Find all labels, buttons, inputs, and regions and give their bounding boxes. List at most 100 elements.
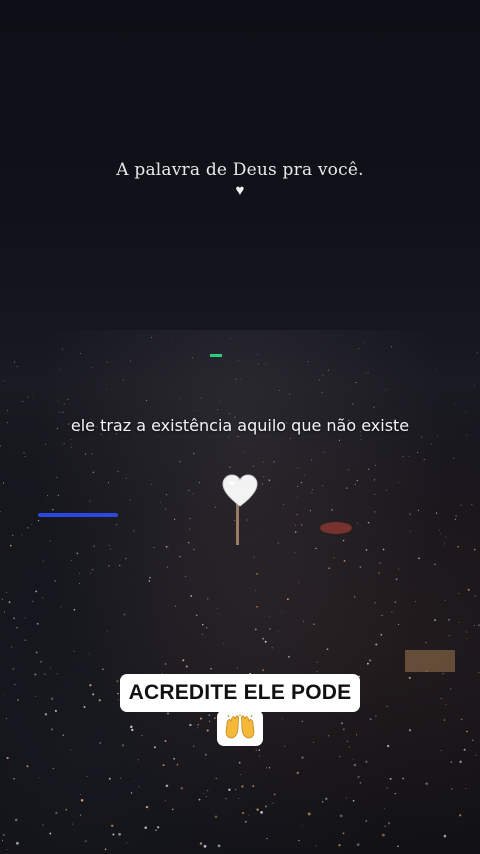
city-light (173, 757, 175, 760)
city-light (444, 599, 446, 601)
city-light (201, 623, 204, 626)
city-light (409, 530, 411, 532)
city-light (354, 596, 356, 598)
city-light (255, 749, 257, 751)
city-light (225, 798, 227, 800)
city-light (122, 379, 124, 381)
city-light (257, 363, 259, 365)
city-light (47, 495, 49, 497)
city-light (454, 518, 457, 521)
city-light (182, 659, 185, 662)
city-light (395, 578, 398, 580)
city-light (365, 820, 368, 822)
city-light (316, 671, 318, 673)
city-light (451, 788, 453, 790)
city-light (266, 837, 268, 840)
city-light (213, 717, 216, 720)
city-light (312, 488, 314, 490)
city-light (301, 756, 304, 759)
city-light (473, 385, 475, 387)
city-light (164, 800, 167, 802)
city-light (206, 789, 209, 792)
city-light (131, 728, 134, 732)
city-light (32, 396, 34, 398)
city-light (408, 676, 411, 679)
city-light (382, 833, 385, 837)
city-light (340, 722, 344, 725)
city-light (375, 715, 377, 717)
city-light (109, 544, 111, 547)
city-light (3, 380, 5, 382)
city-light (425, 782, 428, 785)
city-light (91, 453, 93, 455)
city-light (26, 765, 29, 768)
city-light (120, 777, 122, 779)
city-light (268, 615, 270, 617)
city-light (0, 511, 1, 513)
city-light (374, 493, 376, 495)
city-light (259, 755, 261, 757)
city-light (42, 560, 45, 562)
city-light (466, 631, 468, 633)
city-light (102, 668, 104, 670)
city-light (164, 740, 167, 742)
city-light (117, 699, 119, 701)
city-light (8, 601, 11, 603)
city-light (467, 588, 470, 591)
city-light (321, 800, 324, 803)
city-light (110, 824, 114, 828)
city-light (458, 592, 460, 594)
city-light (165, 508, 167, 510)
city-light (235, 378, 237, 380)
city-light (465, 410, 467, 412)
city-light (458, 622, 460, 624)
city-light (459, 814, 462, 817)
city-light (339, 814, 343, 818)
city-light (42, 824, 44, 826)
city-light (415, 600, 416, 602)
city-light (389, 777, 392, 780)
city-light (353, 763, 357, 767)
city-light (167, 546, 169, 548)
city-light (6, 591, 8, 593)
city-light (296, 514, 298, 516)
city-light (190, 595, 193, 597)
city-light (229, 412, 230, 414)
city-light (52, 508, 54, 511)
blue-light-band (38, 513, 118, 517)
city-light (208, 720, 211, 722)
city-light (313, 623, 315, 626)
city-light (62, 411, 64, 413)
city-light (106, 630, 108, 632)
city-light (217, 844, 221, 848)
city-light (17, 698, 19, 701)
city-light (328, 567, 330, 569)
city-light (256, 808, 259, 811)
city-light (196, 727, 199, 729)
city-light (390, 346, 392, 348)
city-light (70, 439, 72, 440)
city-light (363, 342, 365, 344)
city-light (229, 338, 231, 340)
city-light (179, 461, 181, 463)
city-light (62, 734, 64, 736)
city-light (70, 749, 72, 751)
city-light (203, 793, 205, 795)
city-light (78, 582, 80, 584)
city-light (257, 353, 259, 355)
city-light (193, 745, 195, 747)
city-light (315, 547, 317, 550)
city-light (246, 519, 248, 521)
city-light (380, 562, 382, 564)
city-light (252, 465, 254, 467)
city-light (360, 438, 362, 440)
city-light (150, 484, 152, 486)
city-light (380, 633, 383, 636)
city-light (3, 693, 5, 695)
city-light (83, 706, 86, 708)
city-light (51, 697, 54, 700)
city-light (35, 590, 38, 593)
city-light (281, 611, 283, 613)
city-light (215, 777, 218, 780)
city-light (107, 482, 110, 484)
